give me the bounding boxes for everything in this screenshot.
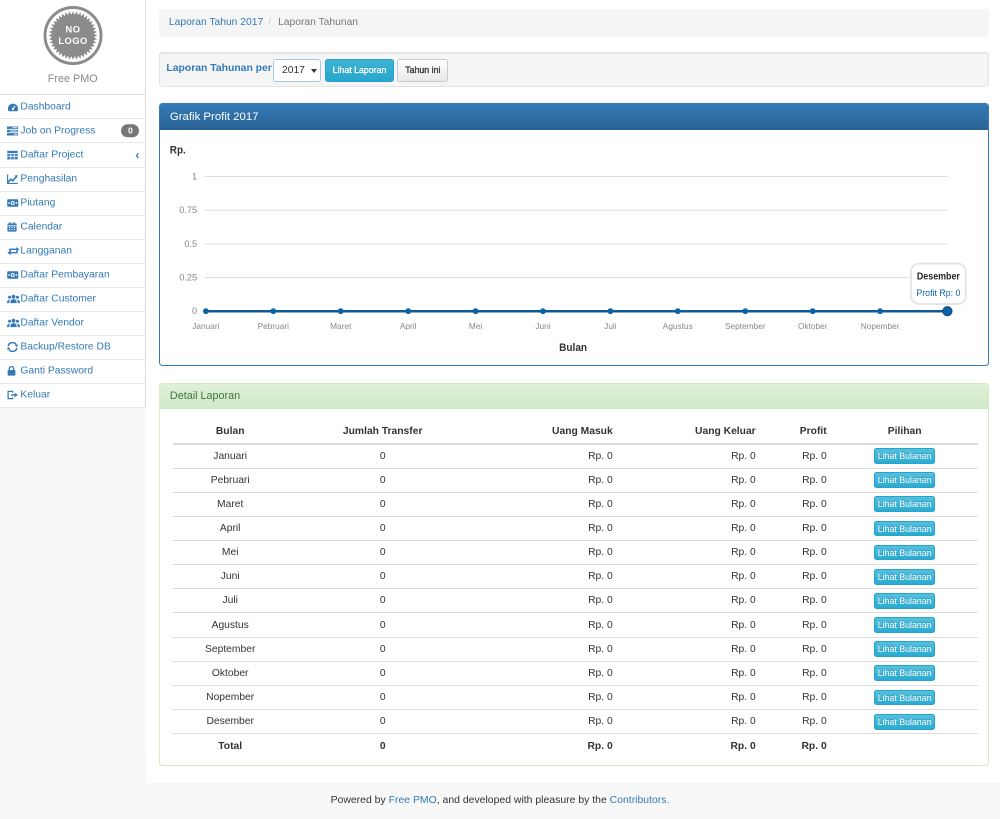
svg-text:Mei: Mei (469, 321, 483, 331)
svg-text:Rp.: Rp. (170, 145, 186, 157)
svg-text:Profit Rp: 0: Profit Rp: 0 (917, 287, 961, 298)
svg-text:1: 1 (192, 172, 197, 182)
svg-text:Maret: Maret (330, 321, 352, 331)
svg-text:0.25: 0.25 (180, 273, 198, 283)
svg-text:NO: NO (66, 25, 81, 35)
svg-text:0: 0 (192, 306, 197, 316)
svg-text:Januari: Januari (193, 321, 220, 331)
svg-text:Nopember: Nopember (861, 321, 900, 331)
svg-text:LOGO: LOGO (58, 36, 87, 46)
svg-text:April: April (400, 321, 417, 331)
svg-text:0.5: 0.5 (185, 239, 198, 249)
svg-text:Oktober: Oktober (798, 321, 828, 331)
svg-text:Desember: Desember (917, 272, 960, 283)
svg-text:Juli: Juli (605, 321, 618, 331)
svg-text:0.75: 0.75 (180, 205, 198, 215)
svg-text:Bulan: Bulan (559, 342, 587, 354)
svg-text:Juni: Juni (536, 321, 551, 331)
svg-text:Agustus: Agustus (663, 321, 693, 331)
svg-text:September: September (725, 321, 766, 331)
svg-text:Pebruari: Pebruari (258, 321, 290, 331)
